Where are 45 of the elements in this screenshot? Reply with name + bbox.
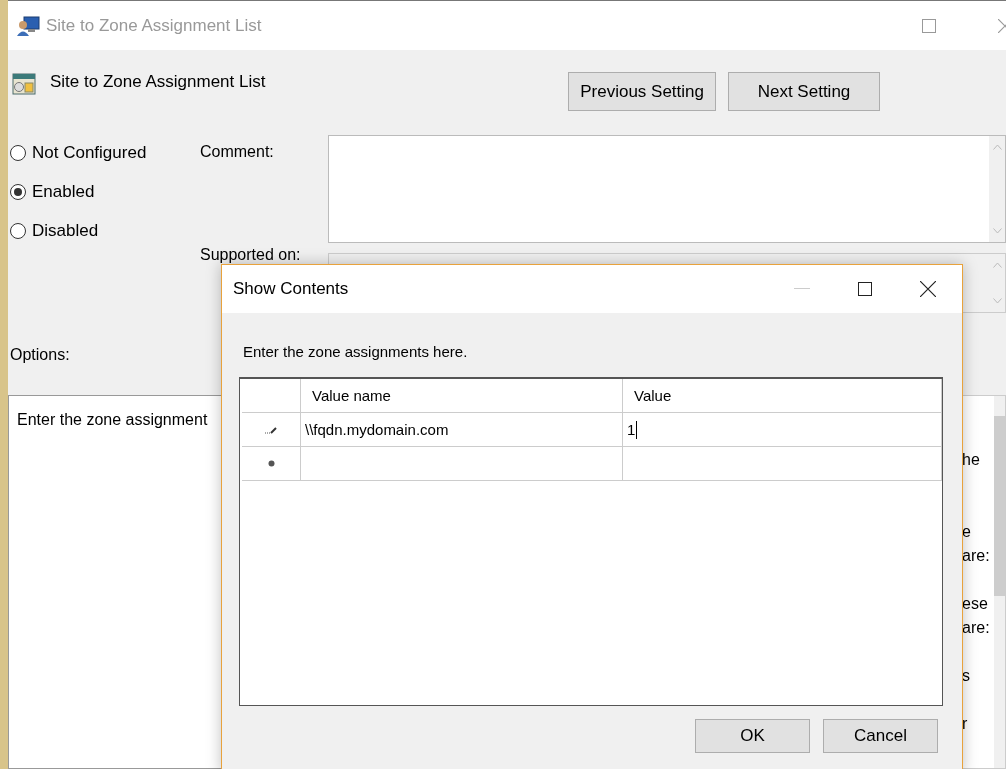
options-label: Options: bbox=[10, 346, 70, 364]
dialog-title: Show Contents bbox=[233, 279, 349, 299]
computer-user-icon bbox=[16, 14, 40, 37]
scroll-down-icon[interactable] bbox=[992, 228, 1002, 234]
minimize-icon[interactable] bbox=[794, 288, 810, 290]
radio-icon[interactable] bbox=[10, 223, 26, 239]
help-text: r bbox=[962, 714, 969, 734]
help-text: s bbox=[962, 666, 971, 686]
radio-label: Enabled bbox=[32, 182, 95, 202]
pencil-icon bbox=[265, 425, 277, 434]
options-text: Enter the zone assignment bbox=[17, 411, 208, 428]
help-text: ese bbox=[962, 594, 989, 614]
column-header[interactable]: Value bbox=[623, 379, 942, 412]
dialog-button[interactable]: Cancel bbox=[823, 719, 938, 753]
comment-field[interactable] bbox=[328, 135, 1006, 243]
scrollbar[interactable] bbox=[989, 136, 1005, 242]
scrollbar[interactable] bbox=[994, 396, 1005, 768]
scroll-up-icon[interactable] bbox=[992, 144, 1002, 150]
help-text: e bbox=[962, 522, 972, 542]
help-text: are: bbox=[962, 546, 991, 566]
maximize-icon[interactable] bbox=[858, 282, 872, 296]
table-cell[interactable]: 1 bbox=[623, 413, 942, 446]
radio-label: Disabled bbox=[32, 221, 99, 241]
prompt-text: Enter the zone assignments here. bbox=[243, 343, 469, 360]
state-radio[interactable]: Not Configured bbox=[8, 143, 200, 163]
radio-label: Not Configured bbox=[32, 143, 147, 163]
scroll-down-icon[interactable] bbox=[992, 298, 1002, 304]
state-radio[interactable]: Enabled bbox=[8, 182, 200, 202]
state-radio[interactable]: Disabled bbox=[8, 221, 200, 241]
nav-button[interactable]: Previous Setting bbox=[568, 72, 716, 111]
close-icon[interactable] bbox=[920, 281, 936, 297]
setting-title: Site to Zone Assignment List bbox=[50, 72, 266, 92]
comment-label: Comment: bbox=[200, 142, 275, 162]
radio-icon[interactable] bbox=[10, 145, 26, 161]
help-text: he bbox=[962, 450, 981, 470]
table-cell[interactable]: \\fqdn.mydomain.com bbox=[301, 413, 623, 446]
nav-button[interactable]: Next Setting bbox=[728, 72, 880, 111]
supported-on-label: Supported on: bbox=[200, 247, 301, 262]
help-text: are: bbox=[962, 618, 991, 638]
policy-icon bbox=[12, 72, 36, 96]
dialog-button[interactable]: OK bbox=[695, 719, 810, 753]
window-title: Site to Zone Assignment List bbox=[46, 15, 262, 36]
column-header[interactable]: Value name bbox=[301, 379, 623, 412]
radio-icon[interactable] bbox=[10, 184, 26, 200]
scroll-up-icon[interactable] bbox=[992, 262, 1002, 268]
